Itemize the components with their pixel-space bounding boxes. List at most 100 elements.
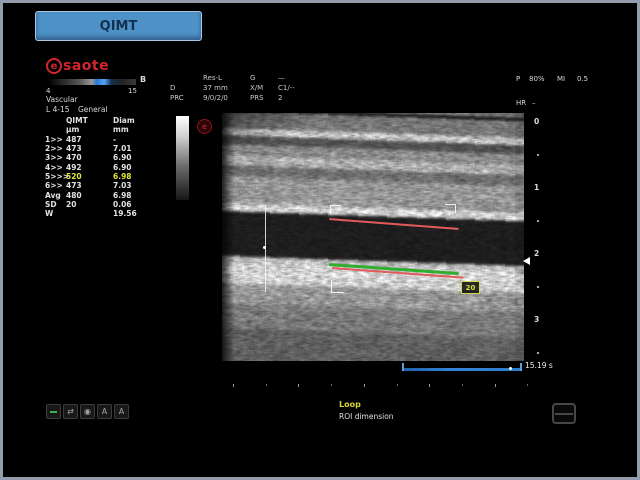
- qimt-mode-button[interactable]: QIMT: [35, 11, 202, 41]
- row-qimt: 470: [66, 153, 113, 162]
- row-diam: -: [113, 135, 163, 144]
- row-diam: 7.01: [113, 144, 163, 153]
- row-qimt: 20: [66, 200, 113, 209]
- row-diam: 6.90: [113, 153, 163, 162]
- param-prs-label: PRS: [250, 94, 264, 103]
- param-res-label: Res-L: [203, 74, 222, 83]
- mi-value: 0.5: [577, 75, 588, 84]
- table-row[interactable]: 6>> 473 7.03: [45, 181, 163, 190]
- row-diam: 6.98: [113, 191, 163, 200]
- depth-halftick: [537, 154, 539, 156]
- param-prc-label: PRC: [170, 94, 184, 103]
- mi-label: MI: [557, 75, 565, 84]
- col-header-qimt: QIMT: [66, 116, 113, 125]
- loop-position-dot[interactable]: [509, 367, 512, 370]
- esaote-logo: esaote: [46, 58, 109, 74]
- roi-corner-top-right: [445, 204, 456, 213]
- depth-halftick: [537, 220, 539, 222]
- unit-qimt: µm: [66, 125, 113, 134]
- annotation-a-icon[interactable]: A: [97, 404, 112, 419]
- esaote-e-icon: e: [46, 58, 62, 74]
- gray-map-bar: [48, 79, 136, 85]
- trackball-action-label[interactable]: ROI dimension: [339, 412, 394, 421]
- row-qimt: 520: [66, 172, 113, 181]
- ultrasound-screen: QIMT esaote B 4 15 Vascular L 4-15 Gener…: [0, 0, 640, 480]
- row-label: 1>>: [45, 135, 66, 144]
- row-qimt: 487: [66, 135, 113, 144]
- row-label: W: [45, 209, 66, 218]
- col-header-diam: Diam: [113, 116, 163, 125]
- roi-left-handle[interactable]: [263, 246, 266, 249]
- param-depth-value: 37 mm: [203, 84, 228, 93]
- row-qimt: 480: [66, 191, 113, 200]
- depth-halftick: [537, 286, 539, 288]
- qimt-measurement-table: QIMT Diam µm mm 1>> 487 - 2>> 473 7.01 3…: [45, 116, 163, 218]
- depth-halftick: [537, 352, 539, 354]
- param-prc-value: 9/0/2/0: [203, 94, 228, 103]
- row-label: 3>>: [45, 153, 66, 162]
- power-value: 80%: [529, 75, 545, 84]
- loop-range-bar: [404, 368, 520, 371]
- ultrasound-image[interactable]: 20: [222, 113, 524, 361]
- row-qimt: 473: [66, 181, 113, 190]
- probe-name-label: L 4-15: [46, 105, 70, 114]
- row-diam: 0.06: [113, 200, 163, 209]
- roi-corner-top-left: [330, 205, 341, 214]
- depth-tick-3: 3: [534, 315, 539, 324]
- param-g-value: —: [278, 74, 285, 83]
- row-diam: 6.98: [113, 172, 163, 181]
- b-mode-label: B: [140, 75, 146, 85]
- unit-diam: mm: [113, 125, 163, 134]
- table-row-selected[interactable]: 5>>> 520 6.98: [45, 172, 163, 181]
- roi-value-box: 20: [461, 281, 480, 294]
- focus-marker-icon[interactable]: [523, 257, 530, 265]
- soft-key-toolbar: ⇄ ◉ A A: [46, 404, 129, 419]
- row-label: Avg: [45, 191, 66, 200]
- row-label: 4>>: [45, 163, 66, 172]
- grayscale-wedge: [176, 116, 189, 200]
- param-c-value: C1/--: [278, 84, 295, 93]
- disk-icon[interactable]: [552, 403, 576, 424]
- row-qimt: 473: [66, 144, 113, 153]
- depth-tick-2: 2: [534, 249, 539, 258]
- row-diam: 19.56: [113, 209, 163, 218]
- freq-max-label: 15: [128, 87, 137, 96]
- table-row[interactable]: 1>> 487 -: [45, 135, 163, 144]
- row-diam: 6.90: [113, 163, 163, 172]
- param-xm-label: X/M: [250, 84, 263, 93]
- param-prs-value: 2: [278, 94, 282, 103]
- loop-duration: 15.19 s: [525, 361, 553, 370]
- depth-tick-0: 0: [534, 117, 539, 126]
- esaote-mini-icon: e: [197, 119, 212, 134]
- table-row[interactable]: 4>> 492 6.90: [45, 162, 163, 171]
- trackball-mode-label: Loop: [339, 400, 361, 410]
- cine-loop-scrubber[interactable]: [402, 363, 522, 371]
- table-row-avg: Avg 480 6.98: [45, 190, 163, 199]
- time-ruler: [233, 384, 533, 388]
- row-label: 5>>>: [45, 172, 66, 181]
- cine-strip-icon[interactable]: [46, 404, 61, 419]
- application-label: Vascular: [46, 95, 78, 104]
- table-row-w: W 19.56: [45, 209, 163, 218]
- table-header: QIMT Diam: [45, 116, 163, 125]
- row-qimt: 492: [66, 163, 113, 172]
- swap-arrows-icon[interactable]: ⇄: [63, 404, 78, 419]
- table-row[interactable]: 3>> 470 6.90: [45, 153, 163, 162]
- table-row[interactable]: 2>> 473 7.01: [45, 144, 163, 153]
- row-label: SD: [45, 200, 66, 209]
- depth-tick-1: 1: [534, 183, 539, 192]
- b-mode-speckle-canvas: [222, 113, 524, 361]
- table-units: µm mm: [45, 125, 163, 134]
- row-diam: 7.03: [113, 181, 163, 190]
- target-icon[interactable]: ◉: [80, 404, 95, 419]
- power-label: P: [516, 75, 520, 84]
- row-label: 6>>: [45, 181, 66, 190]
- annotation-b-icon[interactable]: A: [114, 404, 129, 419]
- hr-value: –: [532, 99, 536, 108]
- param-g-label: G: [250, 74, 255, 83]
- preset-label: General: [78, 105, 108, 114]
- param-d-label: D: [170, 84, 175, 93]
- hr-label: HR: [516, 99, 526, 108]
- roi-corner-bottom-left: [331, 280, 344, 293]
- row-label: 2>>: [45, 144, 66, 153]
